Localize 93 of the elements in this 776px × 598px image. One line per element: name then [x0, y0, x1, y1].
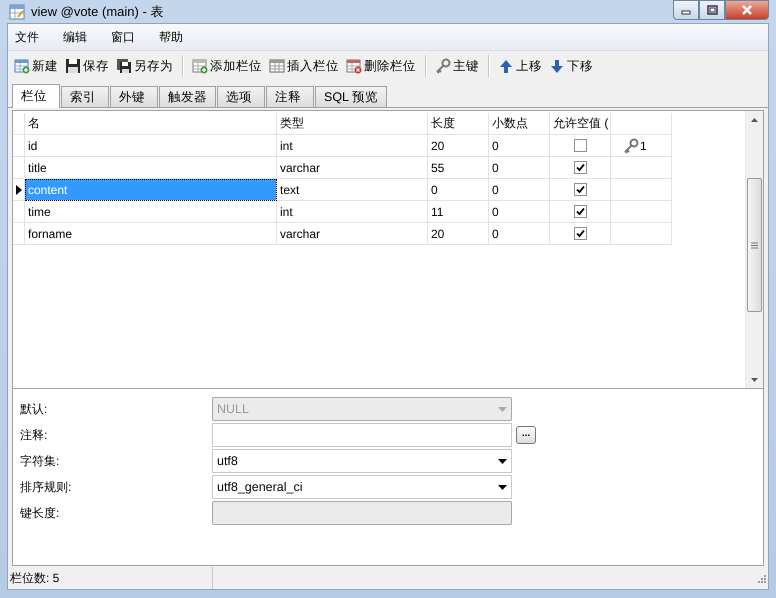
status-text: 栏位数: 5	[10, 570, 60, 586]
column-header[interactable]: 名	[25, 113, 277, 135]
toolbar-button[interactable]: 添加栏位	[189, 56, 265, 76]
toolbar-button[interactable]: 上移	[495, 56, 545, 76]
tab[interactable]: 触发器	[159, 86, 216, 107]
table-cell[interactable]: 0	[489, 135, 550, 157]
row-header-cell[interactable]	[13, 223, 25, 245]
table-cell[interactable]: 55	[428, 157, 489, 179]
field-label: 默认:	[20, 400, 48, 418]
table-cell[interactable]: 1	[611, 135, 672, 157]
table-cell[interactable]	[611, 179, 672, 201]
checkbox[interactable]	[574, 183, 586, 196]
caret-icon	[498, 458, 507, 464]
field-label: 键长度:	[20, 504, 60, 522]
arrow-down-icon	[751, 378, 758, 382]
scrollbar-thumb[interactable]	[747, 178, 762, 312]
key-icon	[623, 138, 639, 154]
table-plus-icon	[192, 58, 208, 74]
table-icon	[9, 4, 25, 20]
menu-item[interactable]: 文件	[10, 26, 44, 48]
key-icon	[435, 58, 451, 74]
menu-item[interactable]: 帮助	[154, 26, 188, 48]
column-header[interactable]	[611, 113, 672, 135]
checkbox[interactable]	[574, 227, 586, 240]
toolbar-button[interactable]: 另存为	[113, 56, 176, 76]
table-cell[interactable]: 20	[428, 135, 489, 157]
table-icon	[269, 58, 285, 74]
table-cell[interactable]: 0	[489, 157, 550, 179]
menu-item[interactable]: 窗口	[106, 26, 140, 48]
dropdown[interactable]: utf8_general_ci	[212, 475, 512, 499]
table-cell[interactable]: 0	[428, 179, 489, 201]
toolbar-button[interactable]: 下移	[546, 56, 596, 76]
caret-icon	[498, 484, 507, 490]
table-cell[interactable]: varchar	[277, 223, 428, 245]
table-cell[interactable]: varchar	[277, 157, 428, 179]
arrow-down-icon	[549, 58, 565, 74]
tab[interactable]: 注释	[266, 86, 314, 107]
tab[interactable]: 栏位	[12, 84, 60, 108]
arrow-up-icon	[498, 58, 514, 74]
toolbar-button[interactable]: 主键	[432, 56, 482, 76]
table-cell[interactable]	[611, 157, 672, 179]
maximize-icon	[706, 5, 718, 15]
table-cross-icon	[346, 58, 362, 74]
tab[interactable]: 选项	[217, 86, 265, 107]
table-cell[interactable]: 0	[489, 223, 550, 245]
toolbar-button[interactable]: 插入栏位	[266, 56, 342, 76]
close-icon	[741, 5, 753, 15]
field-label: 字符集:	[20, 452, 60, 470]
column-header[interactable]: 类型	[277, 113, 428, 135]
toolbar-button[interactable]: 保存	[62, 56, 112, 76]
dropdown[interactable]: utf8	[212, 449, 512, 473]
table-cell[interactable]: int	[277, 135, 428, 157]
field-label: 注释:	[20, 426, 48, 444]
floppy-disks-icon	[116, 58, 132, 74]
table-cell[interactable]	[611, 201, 672, 223]
row-header-cell[interactable]	[13, 201, 25, 223]
minimize-button[interactable]	[673, 0, 699, 20]
table-cell[interactable]: int	[277, 201, 428, 223]
column-header[interactable]: 允许空值 (	[550, 113, 611, 135]
row-header-cell[interactable]	[13, 135, 25, 157]
table-cell[interactable]: id	[25, 135, 277, 157]
toolbar-button[interactable]: 新建	[11, 56, 61, 76]
maximize-button[interactable]	[699, 0, 725, 20]
table-cell[interactable]: time	[25, 201, 277, 223]
menu-item[interactable]: 编辑	[58, 26, 92, 48]
tab[interactable]: SQL 预览	[315, 86, 388, 107]
table-cell[interactable]: 11	[428, 201, 489, 223]
browse-button[interactable]: ...	[516, 426, 536, 444]
current-row-icon	[16, 184, 22, 194]
caret-icon	[498, 406, 507, 412]
grip-icon	[751, 242, 758, 248]
input-field[interactable]	[212, 423, 512, 447]
toolbar-button[interactable]: 删除栏位	[343, 56, 419, 76]
tab[interactable]: 索引	[61, 86, 109, 107]
field-label: 排序规则:	[20, 478, 72, 496]
row-header-cell[interactable]	[13, 157, 25, 179]
table-cell[interactable]: forname	[25, 223, 277, 245]
checkbox[interactable]	[574, 139, 586, 152]
checkbox[interactable]	[574, 205, 586, 218]
checkbox[interactable]	[574, 161, 586, 174]
resize-grip-icon	[756, 573, 766, 583]
table-cell[interactable]: 0	[489, 201, 550, 223]
column-header[interactable]: 长度	[428, 113, 489, 135]
table-cell[interactable]: 20	[428, 223, 489, 245]
window-title: view @vote (main) - 表	[31, 2, 164, 20]
table-cell[interactable]: text	[277, 179, 428, 201]
column-header[interactable]: 小数点	[489, 113, 550, 135]
arrow-up-icon	[751, 118, 758, 122]
close-button[interactable]	[725, 0, 769, 20]
table-cell[interactable]	[611, 223, 672, 245]
tab[interactable]: 外键	[110, 86, 158, 107]
table-cell[interactable]: 0	[489, 179, 550, 201]
table-plus-icon	[14, 58, 30, 74]
